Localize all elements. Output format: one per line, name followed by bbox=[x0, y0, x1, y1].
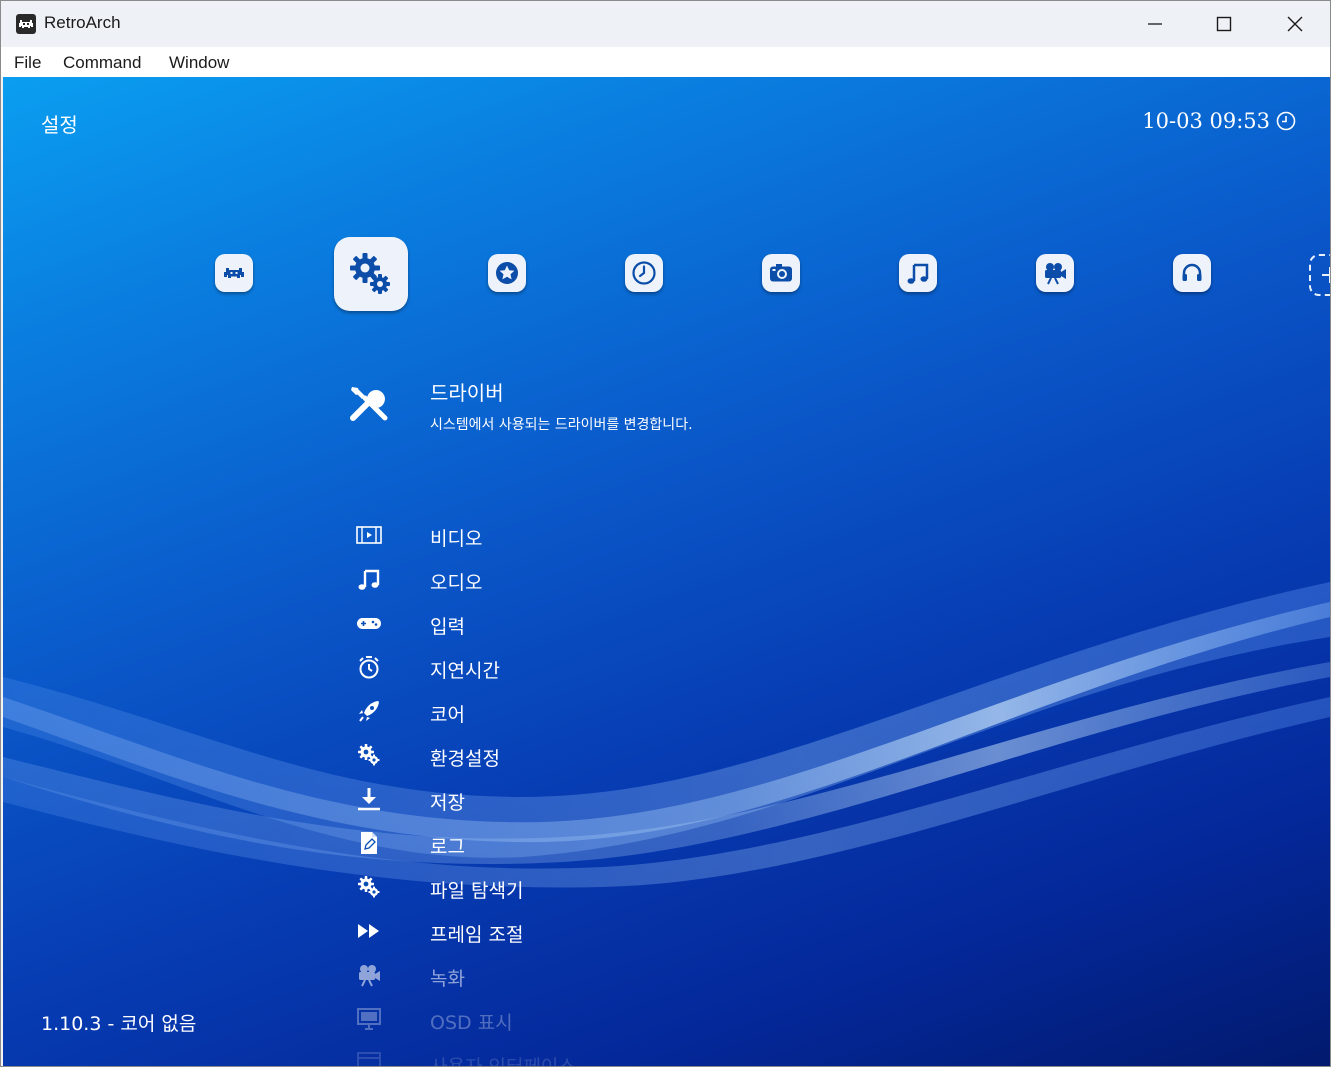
monitor-icon bbox=[353, 1006, 385, 1032]
video-camera-icon bbox=[1045, 263, 1066, 285]
menu-window[interactable]: Window bbox=[169, 53, 229, 73]
list-item-label: 프레임 조절 bbox=[430, 924, 524, 946]
window-title: RetroArch bbox=[44, 13, 121, 32]
list-item-label: OSD 표시 bbox=[430, 1012, 513, 1034]
list-item-core[interactable]: 코어 bbox=[353, 694, 753, 728]
selected-entry-sublabel: 시스템에서 사용되는 드라이버를 변경합니다. bbox=[430, 417, 693, 433]
page-title: 설정 bbox=[41, 113, 78, 137]
images-camera-icon bbox=[770, 264, 792, 282]
list-item-recording[interactable]: 녹화 bbox=[353, 958, 753, 992]
minimize-button[interactable] bbox=[1120, 1, 1190, 47]
tools-icon bbox=[350, 387, 388, 421]
invader-icon bbox=[224, 268, 244, 278]
list-item-label: 저장 bbox=[430, 792, 465, 814]
retroarch-invader-icon bbox=[16, 14, 36, 34]
list-item-label: 파일 탐색기 bbox=[430, 880, 524, 902]
favorites-star-icon bbox=[496, 262, 518, 284]
list-item-file-browser[interactable]: 파일 탐색기 bbox=[353, 870, 753, 904]
window-icon bbox=[353, 1050, 385, 1066]
version-label: 1.10.3 - 코어 없음 bbox=[41, 1013, 197, 1035]
clock-text: 10-03 09:53 bbox=[1142, 109, 1270, 133]
category-netplay[interactable] bbox=[1173, 254, 1211, 292]
document-icon bbox=[353, 830, 385, 856]
category-add[interactable] bbox=[1309, 254, 1330, 296]
list-item-saving[interactable]: 저장 bbox=[353, 782, 753, 816]
maximize-icon bbox=[1216, 16, 1232, 32]
maximize-button[interactable] bbox=[1189, 1, 1259, 47]
category-images[interactable] bbox=[762, 254, 800, 292]
settings-gears-icon bbox=[350, 253, 390, 294]
gears-icon bbox=[353, 742, 385, 768]
video-camera-icon bbox=[353, 962, 385, 988]
category-favorites[interactable] bbox=[488, 254, 526, 292]
music-note-icon bbox=[353, 566, 385, 592]
download-icon bbox=[353, 786, 385, 812]
list-item-logging[interactable]: 로그 bbox=[353, 826, 753, 860]
retroarch-window: RetroArch File Command Window 설정 10-03 0… bbox=[0, 0, 1331, 1067]
list-item-audio[interactable]: 오디오 bbox=[353, 562, 753, 596]
selected-entry-label[interactable]: 드라이버 bbox=[430, 377, 504, 406]
list-item-label: 지연시간 bbox=[430, 660, 500, 682]
list-item-label: 입력 bbox=[430, 616, 465, 638]
clock: 10-03 09:53 bbox=[1142, 109, 1296, 133]
list-item-onscreen-display[interactable]: OSD 표시 bbox=[353, 1002, 753, 1036]
menu-bar: File Command Window bbox=[1, 47, 1330, 77]
category-music[interactable] bbox=[899, 254, 937, 292]
title-bar[interactable]: RetroArch bbox=[1, 1, 1330, 47]
netplay-headset-icon bbox=[1182, 263, 1202, 281]
fast-forward-icon bbox=[353, 918, 385, 944]
rocket-icon bbox=[353, 698, 385, 724]
list-item-label: 오디오 bbox=[430, 572, 483, 594]
list-item-user-interface[interactable]: 사용자 인터페이스 bbox=[353, 1046, 753, 1066]
list-item-label: 코어 bbox=[430, 704, 465, 726]
music-note-icon bbox=[907, 263, 929, 284]
menu-command[interactable]: Command bbox=[63, 53, 141, 73]
category-main-menu[interactable] bbox=[215, 254, 253, 292]
history-clock-icon bbox=[632, 261, 656, 285]
minimize-icon bbox=[1148, 23, 1162, 25]
list-item-label: 사용자 인터페이스 bbox=[430, 1052, 576, 1066]
list-item-configuration[interactable]: 환경설정 bbox=[353, 738, 753, 772]
list-item-label: 환경설정 bbox=[430, 748, 500, 770]
gears-icon bbox=[353, 874, 385, 900]
list-item-label: 로그 bbox=[430, 836, 465, 858]
clock-icon bbox=[1276, 111, 1296, 131]
film-icon bbox=[353, 522, 385, 548]
add-icon bbox=[1322, 267, 1330, 283]
stopwatch-icon bbox=[353, 654, 385, 680]
retroarch-menu: 설정 10-03 09:53 드라이버 시스템에서 사용되는 드라이버를 변경합… bbox=[3, 77, 1330, 1066]
gamepad-icon bbox=[353, 610, 385, 636]
category-video[interactable] bbox=[1036, 254, 1074, 292]
category-settings[interactable] bbox=[334, 237, 408, 311]
close-icon bbox=[1287, 16, 1303, 32]
list-item-frame-throttle[interactable]: 프레임 조절 bbox=[353, 914, 753, 948]
list-item-latency[interactable]: 지연시간 bbox=[353, 650, 753, 684]
list-item-label: 비디오 bbox=[430, 528, 483, 550]
category-history[interactable] bbox=[625, 254, 663, 292]
list-item-video[interactable]: 비디오 bbox=[353, 518, 753, 552]
list-item-input[interactable]: 입력 bbox=[353, 606, 753, 640]
list-item-label: 녹화 bbox=[430, 968, 465, 990]
close-button[interactable] bbox=[1260, 1, 1330, 47]
menu-file[interactable]: File bbox=[14, 53, 41, 73]
